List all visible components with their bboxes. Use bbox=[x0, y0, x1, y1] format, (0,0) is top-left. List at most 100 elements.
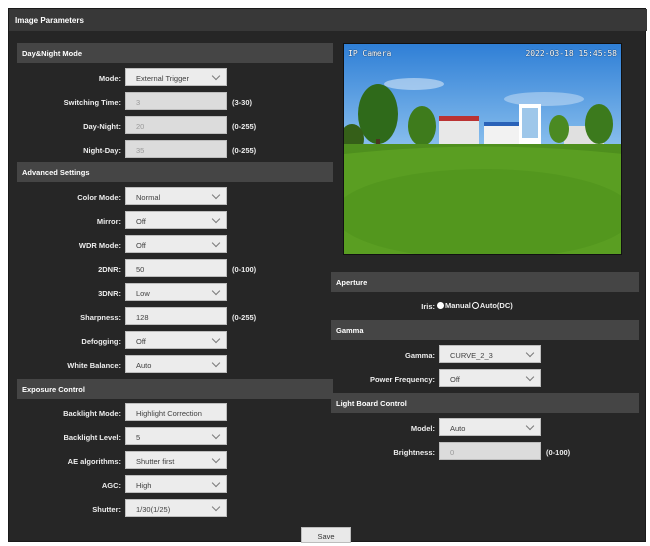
2dnr-input[interactable]: 50 bbox=[125, 259, 227, 277]
brightness-input: 0 bbox=[439, 442, 541, 460]
camera-preview-image bbox=[344, 44, 621, 254]
backlight-level-select[interactable]: 5 bbox=[125, 427, 227, 445]
gamma-select[interactable]: CURVE_2_3 bbox=[439, 345, 541, 363]
window-title: Image Parameters bbox=[9, 9, 647, 31]
section-aperture-title: Aperture bbox=[331, 272, 639, 292]
power-frequency-value: Off bbox=[450, 375, 460, 384]
iris-auto-radio[interactable] bbox=[471, 302, 479, 309]
chevron-down-icon bbox=[211, 214, 221, 224]
camera-preview: IP Camera 2022-03-18 15:45:58 bbox=[343, 43, 622, 255]
color-mode-value: Normal bbox=[136, 193, 161, 202]
power-frequency-row: Power Frequency: Off bbox=[331, 369, 639, 389]
chevron-down-icon bbox=[211, 334, 221, 344]
section-advanced-title: Advanced Settings bbox=[17, 162, 333, 182]
chevron-down-icon bbox=[211, 454, 221, 464]
mirror-row: Mirror: Off bbox=[17, 211, 333, 231]
model-select[interactable]: Auto bbox=[439, 418, 541, 436]
chevron-down-icon bbox=[211, 502, 221, 512]
ae-algorithms-label: AE algorithms: bbox=[67, 457, 121, 466]
sharpness-row: Sharpness: 128 (0-255) bbox=[17, 307, 333, 327]
wdr-mode-label: WDR Mode: bbox=[78, 241, 121, 250]
ae-algorithms-row: AE algorithms: Shutter first bbox=[17, 451, 333, 471]
night-day-row: Night-Day: 35 (0-255) bbox=[17, 140, 333, 160]
chevron-down-icon bbox=[211, 430, 221, 440]
chevron-down-icon bbox=[211, 478, 221, 488]
day-night-row: Day-Night: 20 (0-255) bbox=[17, 116, 333, 136]
shutter-select[interactable]: 1/30(1/25) bbox=[125, 499, 227, 517]
backlight-level-label: Backlight Level: bbox=[63, 433, 121, 442]
mode-select[interactable]: External Trigger bbox=[125, 68, 227, 86]
backlight-mode-row: Backlight Mode: Highlight Correction bbox=[17, 403, 333, 423]
mode-row: Mode: External Trigger bbox=[17, 68, 333, 88]
3dnr-row: 3DNR: Low bbox=[17, 283, 333, 303]
defogging-label: Defogging: bbox=[81, 337, 121, 346]
3dnr-select[interactable]: Low bbox=[125, 283, 227, 301]
night-day-label: Night-Day: bbox=[83, 146, 121, 155]
2dnr-range: (0-100) bbox=[232, 265, 257, 274]
backlight-mode-label: Backlight Mode: bbox=[63, 409, 121, 418]
backlight-level-value: 5 bbox=[136, 433, 141, 442]
agc-select[interactable]: High bbox=[125, 475, 227, 493]
shutter-label: Shutter: bbox=[92, 505, 121, 514]
switching-time-input: 3 bbox=[125, 92, 227, 110]
chevron-down-icon bbox=[211, 358, 221, 368]
white-balance-row: White Balance: Auto bbox=[17, 355, 333, 375]
section-lightboard-title: Light Board Control bbox=[331, 393, 639, 413]
iris-radio-group: Manual Auto(DC) bbox=[436, 301, 513, 310]
wdr-mode-value: Off bbox=[136, 241, 146, 250]
chevron-down-icon bbox=[525, 421, 535, 431]
brightness-label: Brightness: bbox=[393, 448, 435, 457]
image-parameters-window: Image Parameters Day&Night Mode Mode: Ex… bbox=[8, 8, 647, 543]
brightness-row: Brightness: 0 (0-100) bbox=[331, 442, 639, 462]
section-daynight-title: Day&Night Mode bbox=[17, 43, 333, 63]
2dnr-label: 2DNR: bbox=[98, 265, 121, 274]
white-balance-select[interactable]: Auto bbox=[125, 355, 227, 373]
mode-value: External Trigger bbox=[136, 74, 189, 83]
backlight-mode-value: Highlight Correction bbox=[136, 409, 202, 418]
chevron-down-icon bbox=[211, 238, 221, 248]
power-frequency-select[interactable]: Off bbox=[439, 369, 541, 387]
iris-manual-radio[interactable] bbox=[437, 302, 444, 309]
sharpness-input[interactable]: 128 bbox=[125, 307, 227, 325]
section-exposure-title: Exposure Control bbox=[17, 379, 333, 399]
backlight-mode-select[interactable]: Highlight Correction bbox=[125, 403, 227, 421]
iris-auto-label: Auto(DC) bbox=[479, 301, 513, 310]
mode-label: Mode: bbox=[98, 74, 121, 83]
chevron-down-icon bbox=[211, 286, 221, 296]
shutter-row: Shutter: 1/30(1/25) bbox=[17, 499, 333, 519]
color-mode-row: Color Mode: Normal bbox=[17, 187, 333, 207]
model-label: Model: bbox=[410, 424, 435, 433]
brightness-range: (0-100) bbox=[546, 448, 571, 457]
2dnr-row: 2DNR: 50 (0-100) bbox=[17, 259, 333, 279]
3dnr-value: Low bbox=[136, 289, 150, 298]
3dnr-label: 3DNR: bbox=[98, 289, 121, 298]
osd-timestamp: 2022-03-18 15:45:58 bbox=[525, 49, 617, 58]
wdr-mode-select[interactable]: Off bbox=[125, 235, 227, 253]
agc-value: High bbox=[136, 481, 152, 490]
ae-algorithms-select[interactable]: Shutter first bbox=[125, 451, 227, 469]
sharpness-label: Sharpness: bbox=[80, 313, 121, 322]
defogging-select[interactable]: Off bbox=[125, 331, 227, 349]
save-button[interactable]: Save bbox=[301, 527, 351, 543]
backlight-level-row: Backlight Level: 5 bbox=[17, 427, 333, 447]
defogging-row: Defogging: Off bbox=[17, 331, 333, 351]
day-night-input: 20 bbox=[125, 116, 227, 134]
section-gamma-title: Gamma bbox=[331, 320, 639, 340]
switching-time-row: Switching Time: 3 (3-30) bbox=[17, 92, 333, 112]
mirror-label: Mirror: bbox=[96, 217, 121, 226]
gamma-value: CURVE_2_3 bbox=[450, 351, 493, 360]
chevron-down-icon bbox=[211, 71, 221, 81]
day-night-label: Day-Night: bbox=[83, 122, 121, 131]
white-balance-label: White Balance: bbox=[67, 361, 121, 370]
wdr-mode-row: WDR Mode: Off bbox=[17, 235, 333, 255]
white-balance-value: Auto bbox=[136, 361, 152, 370]
chevron-down-icon bbox=[211, 190, 221, 200]
night-day-range: (0-255) bbox=[232, 146, 257, 155]
sharpness-range: (0-255) bbox=[232, 313, 257, 322]
mirror-select[interactable]: Off bbox=[125, 211, 227, 229]
gamma-row: Gamma: CURVE_2_3 bbox=[331, 345, 639, 365]
osd-camera-name: IP Camera bbox=[348, 49, 392, 58]
iris-label: Iris: bbox=[421, 302, 435, 311]
switching-time-range: (3-30) bbox=[232, 98, 253, 107]
color-mode-select[interactable]: Normal bbox=[125, 187, 227, 205]
